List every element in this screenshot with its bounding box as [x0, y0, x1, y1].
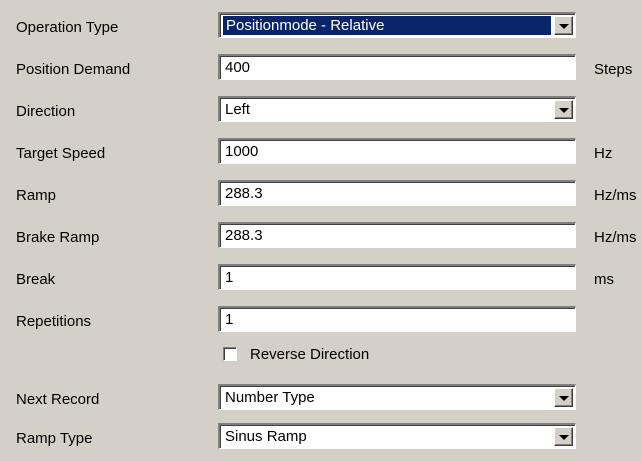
operation-type-select[interactable]: Positionmode - Relative — [218, 12, 576, 38]
target-speed-unit: Hz — [594, 145, 613, 162]
reverse-direction-row: Reverse Direction — [0, 338, 641, 378]
reverse-direction-checkbox[interactable] — [223, 347, 237, 361]
target-speed-input[interactable]: 1000 — [218, 138, 576, 164]
chevron-down-icon[interactable] — [554, 388, 573, 407]
break-label: Break — [16, 271, 56, 288]
ramp-unit: Hz/ms — [594, 187, 637, 204]
ramp-type-row: Ramp Type Sinus Ramp — [0, 421, 641, 461]
position-demand-value: 400 — [225, 59, 251, 76]
position-demand-label: Position Demand — [16, 61, 131, 78]
ramp-label: Ramp — [16, 187, 57, 204]
brake-ramp-label: Brake Ramp — [16, 229, 100, 246]
next-record-label: Next Record — [16, 391, 100, 408]
break-input[interactable]: 1 — [218, 264, 576, 290]
direction-row: Direction Left — [0, 94, 641, 134]
operation-type-row: Operation Type Positionmode - Relative — [0, 10, 641, 50]
direction-value: Left — [225, 101, 251, 118]
ramp-type-select[interactable]: Sinus Ramp — [218, 423, 576, 449]
direction-select[interactable]: Left — [218, 96, 576, 122]
next-record-row: Next Record Number Type — [0, 382, 641, 422]
brake-ramp-row: Brake Ramp 288.3 Hz/ms — [0, 220, 641, 260]
operation-type-label: Operation Type — [16, 19, 119, 36]
target-speed-label: Target Speed — [16, 145, 106, 162]
chevron-down-icon[interactable] — [554, 16, 573, 35]
target-speed-value: 1000 — [225, 143, 259, 160]
ramp-row: Ramp 288.3 Hz/ms — [0, 178, 641, 218]
ramp-type-value: Sinus Ramp — [225, 428, 307, 445]
target-speed-row: Target Speed 1000 Hz — [0, 136, 641, 176]
chevron-down-icon[interactable] — [554, 100, 573, 119]
next-record-select[interactable]: Number Type — [218, 384, 576, 410]
ramp-input[interactable]: 288.3 — [218, 180, 576, 206]
break-row: Break 1 ms — [0, 262, 641, 302]
direction-label: Direction — [16, 103, 76, 120]
ramp-value: 288.3 — [225, 185, 263, 202]
chevron-down-icon[interactable] — [554, 427, 573, 446]
break-unit: ms — [594, 271, 614, 288]
brake-ramp-unit: Hz/ms — [594, 229, 637, 246]
position-demand-unit: Steps — [594, 61, 633, 78]
operation-type-value: Positionmode - Relative — [223, 16, 551, 35]
repetitions-input[interactable]: 1 — [218, 306, 576, 332]
settings-panel: Operation Type Positionmode - Relative P… — [0, 0, 641, 455]
position-demand-input[interactable]: 400 — [218, 54, 576, 80]
position-demand-row: Position Demand 400 Steps — [0, 52, 641, 92]
brake-ramp-input[interactable]: 288.3 — [218, 222, 576, 248]
break-value: 1 — [225, 269, 234, 286]
repetitions-value: 1 — [225, 311, 234, 328]
next-record-value: Number Type — [225, 389, 315, 406]
repetitions-label: Repetitions — [16, 313, 92, 330]
reverse-direction-label[interactable]: Reverse Direction — [250, 346, 369, 363]
brake-ramp-value: 288.3 — [225, 227, 263, 244]
ramp-type-label: Ramp Type — [16, 430, 93, 447]
